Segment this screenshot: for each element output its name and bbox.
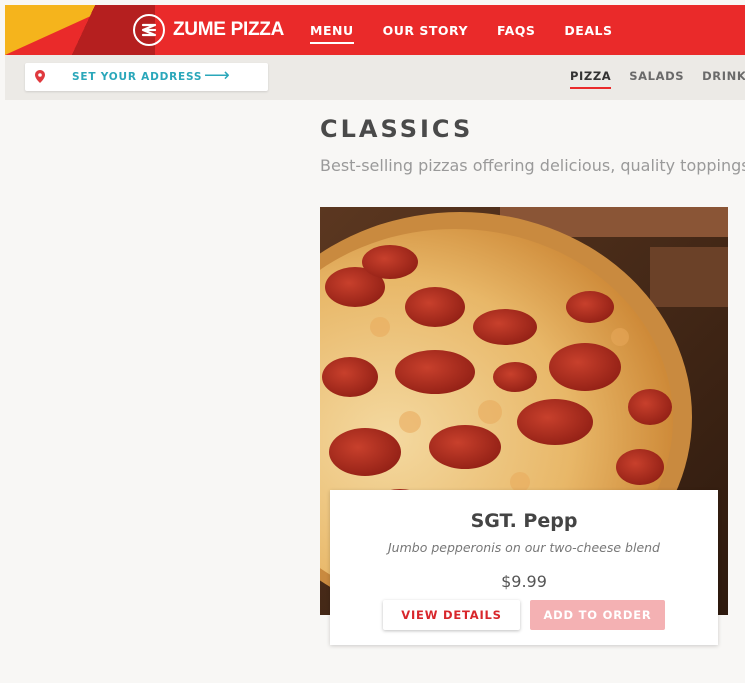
product-card: SGT. Pepp Jumbo pepperonis on our two-ch… xyxy=(330,490,718,645)
arrow-right-icon: ⟶ xyxy=(204,65,230,86)
product-description: Jumbo pepperonis on our two-cheese blend xyxy=(387,540,660,555)
set-address-label: SET YOUR ADDRESS xyxy=(72,71,203,83)
view-details-button[interactable]: VIEW DETAILS xyxy=(383,600,520,630)
category-tabs: PIZZA SALADS DRINKS xyxy=(570,69,745,89)
product-name: SGT. Pepp xyxy=(470,510,578,532)
tab-drinks[interactable]: DRINKS xyxy=(702,69,745,83)
section-subtitle: Best-selling pizzas offering delicious, … xyxy=(320,156,745,175)
nav-item-menu[interactable]: MENU xyxy=(310,23,354,44)
set-address-button[interactable]: SET YOUR ADDRESS ⟶ xyxy=(25,63,268,91)
brand-logo[interactable]: ZUME PIZZA xyxy=(133,14,284,46)
zume-logo-icon xyxy=(133,14,165,46)
top-nav-bar: ZUME PIZZA MENU OUR STORY FAQS DEALS xyxy=(5,5,745,55)
add-to-order-button[interactable]: ADD TO ORDER xyxy=(530,600,665,630)
nav-item-our-story[interactable]: OUR STORY xyxy=(383,23,468,38)
nav-item-deals[interactable]: DEALS xyxy=(564,23,612,38)
sub-bar: SET YOUR ADDRESS ⟶ PIZZA SALADS DRINKS xyxy=(5,55,745,100)
tab-salads[interactable]: SALADS xyxy=(629,69,684,83)
location-pin-icon xyxy=(35,70,45,88)
tab-pizza[interactable]: PIZZA xyxy=(570,69,612,89)
main-nav: MENU OUR STORY FAQS DEALS xyxy=(310,5,641,55)
brand-name: ZUME PIZZA xyxy=(173,19,284,40)
nav-item-faqs[interactable]: FAQS xyxy=(497,23,535,38)
product-price: $9.99 xyxy=(501,572,547,591)
section-title: CLASSICS xyxy=(320,115,474,143)
